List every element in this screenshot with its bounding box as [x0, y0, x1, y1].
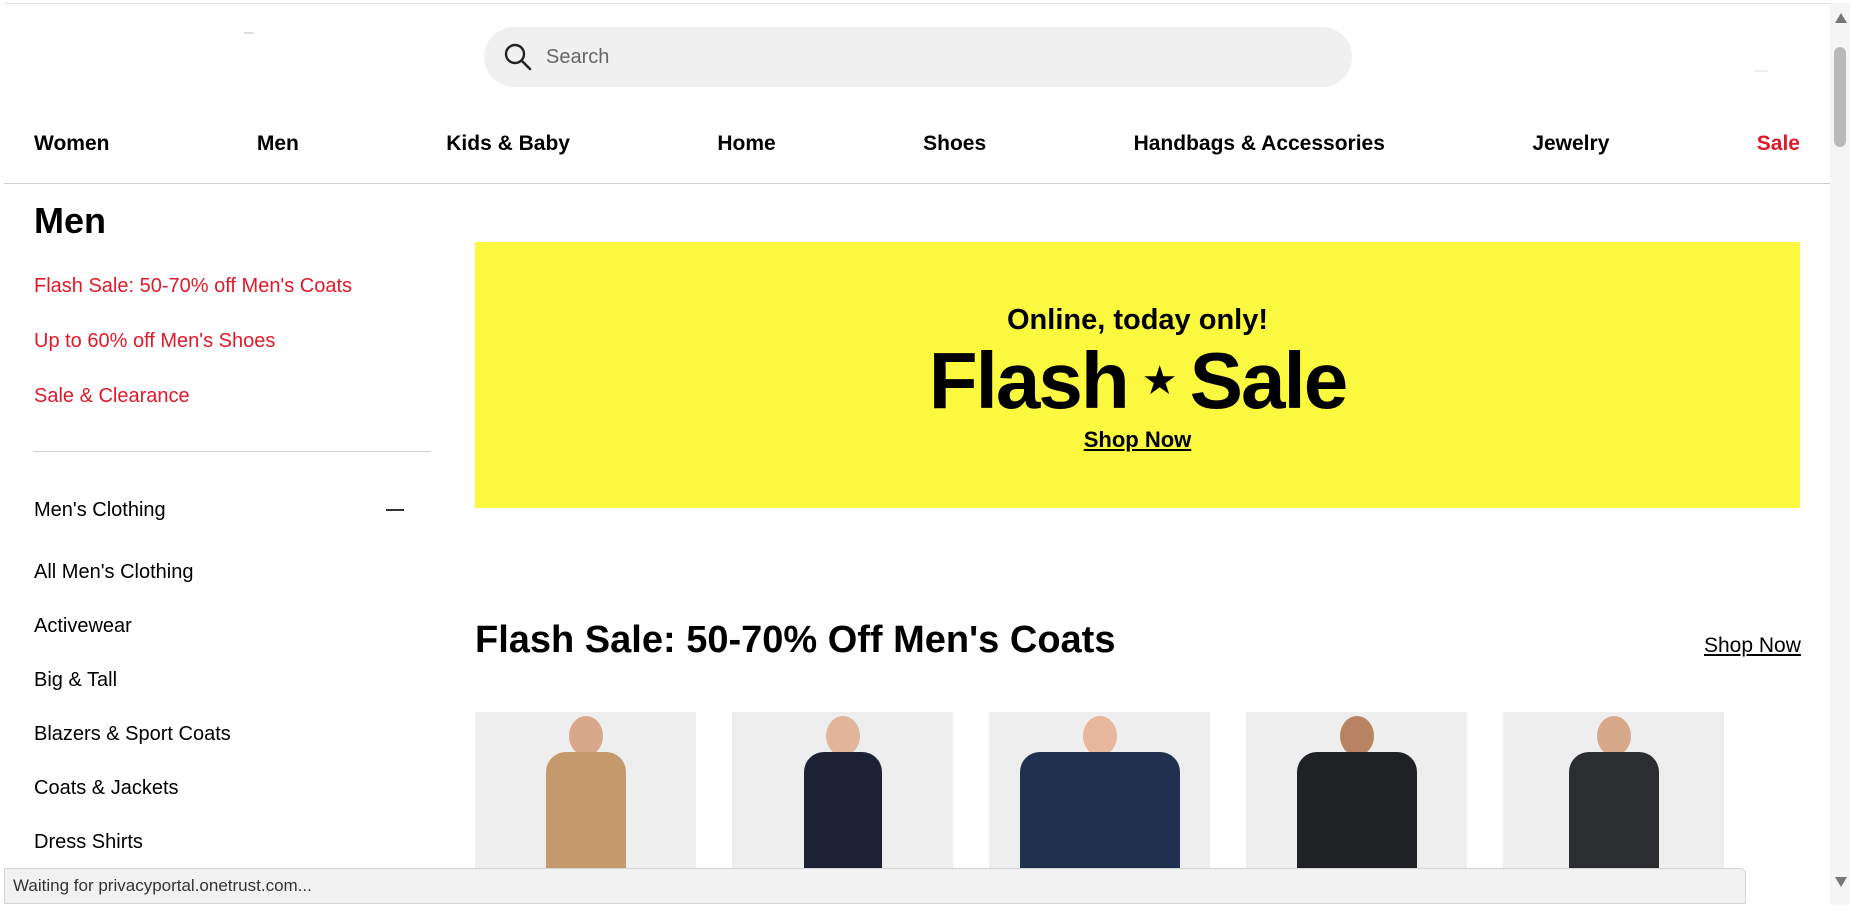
sidebar-item-blazers[interactable]: Blazers & Sport Coats [34, 720, 434, 774]
product-card[interactable] [475, 712, 696, 872]
model-coat [1296, 752, 1417, 872]
model-coat [545, 752, 626, 872]
main-nav: Women Men Kids & Baby Home Shoes Handbag… [34, 132, 1800, 156]
page-title: Men [34, 200, 106, 241]
sidebar-section-mens-clothing[interactable]: Men's Clothing [34, 495, 404, 525]
sidebar-section-label: Men's Clothing [34, 498, 166, 521]
search-icon [504, 43, 532, 71]
product-card[interactable] [1246, 712, 1467, 872]
search-input[interactable] [546, 45, 1306, 69]
model-coat [803, 752, 882, 872]
model-head [1082, 716, 1117, 756]
browser-status-bar: Waiting for privacyportal.onetrust.com..… [4, 868, 1746, 904]
section-title: Flash Sale: 50-70% Off Men's Coats [475, 619, 1116, 661]
section-shop-now-link[interactable]: Shop Now [1704, 634, 1801, 658]
sidebar-item-all-mens-clothing[interactable]: All Men's Clothing [34, 558, 434, 612]
product-card[interactable] [732, 712, 953, 872]
banner-title-left: Flash [928, 336, 1130, 425]
nav-home[interactable]: Home [717, 132, 775, 156]
product-image [536, 712, 636, 872]
flash-sale-banner[interactable]: Online, today only! Flash ★ Sale Shop No… [475, 242, 1800, 508]
model-head [568, 716, 603, 756]
scroll-up-arrow-icon[interactable] [1835, 13, 1847, 23]
product-card[interactable] [1503, 712, 1724, 872]
model-head [1596, 716, 1631, 756]
model-head [825, 716, 860, 756]
nav-sale[interactable]: Sale [1757, 132, 1800, 156]
sidebar-item-coats-jackets[interactable]: Coats & Jackets [34, 774, 434, 828]
logo[interactable] [244, 32, 254, 34]
star-icon: ★ [1141, 359, 1178, 403]
sidebar-promo-sale-clearance[interactable]: Sale & Clearance [34, 382, 434, 437]
product-carousel [475, 712, 1724, 872]
search-bar[interactable] [484, 27, 1352, 87]
site-header: Women Men Kids & Baby Home Shoes Handbag… [4, 4, 1830, 184]
nav-men[interactable]: Men [257, 132, 299, 156]
banner-shop-now-link[interactable]: Shop Now [1084, 427, 1192, 453]
nav-women[interactable]: Women [34, 132, 109, 156]
product-image [1564, 712, 1664, 872]
product-image [793, 712, 893, 872]
nav-jewelry[interactable]: Jewelry [1532, 132, 1609, 156]
banner-kicker: Online, today only! [1006, 304, 1268, 336]
sidebar-divider [34, 451, 430, 452]
account-icon[interactable] [1754, 70, 1768, 72]
nav-kids-baby[interactable]: Kids & Baby [446, 132, 570, 156]
page: Women Men Kids & Baby Home Shoes Handbag… [4, 3, 1830, 905]
sidebar-item-big-tall[interactable]: Big & Tall [34, 666, 434, 720]
sidebar: Men Flash Sale: 50-70% off Men's Coats U… [34, 200, 434, 882]
model-head [1339, 716, 1374, 756]
banner-title: Flash ★ Sale [475, 341, 1800, 421]
model-coat [1019, 752, 1180, 872]
model-coat [1568, 752, 1659, 872]
banner-title-right: Sale [1189, 336, 1349, 425]
sidebar-promo-flash-sale[interactable]: Flash Sale: 50-70% off Men's Coats [34, 272, 434, 327]
product-card[interactable] [989, 712, 1210, 872]
product-image [1015, 712, 1185, 872]
nav-handbags-accessories[interactable]: Handbags & Accessories [1134, 132, 1385, 156]
sidebar-promo-shoes[interactable]: Up to 60% off Men's Shoes [34, 327, 434, 382]
sidebar-list: All Men's Clothing Activewear Big & Tall… [34, 558, 434, 882]
scroll-down-arrow-icon[interactable] [1835, 877, 1847, 887]
scrollbar-thumb[interactable] [1834, 47, 1846, 147]
vertical-scrollbar[interactable] [1830, 3, 1850, 905]
sidebar-item-activewear[interactable]: Activewear [34, 612, 434, 666]
nav-shoes[interactable]: Shoes [923, 132, 986, 156]
collapse-minus-icon[interactable] [386, 509, 404, 511]
product-image [1292, 712, 1422, 872]
